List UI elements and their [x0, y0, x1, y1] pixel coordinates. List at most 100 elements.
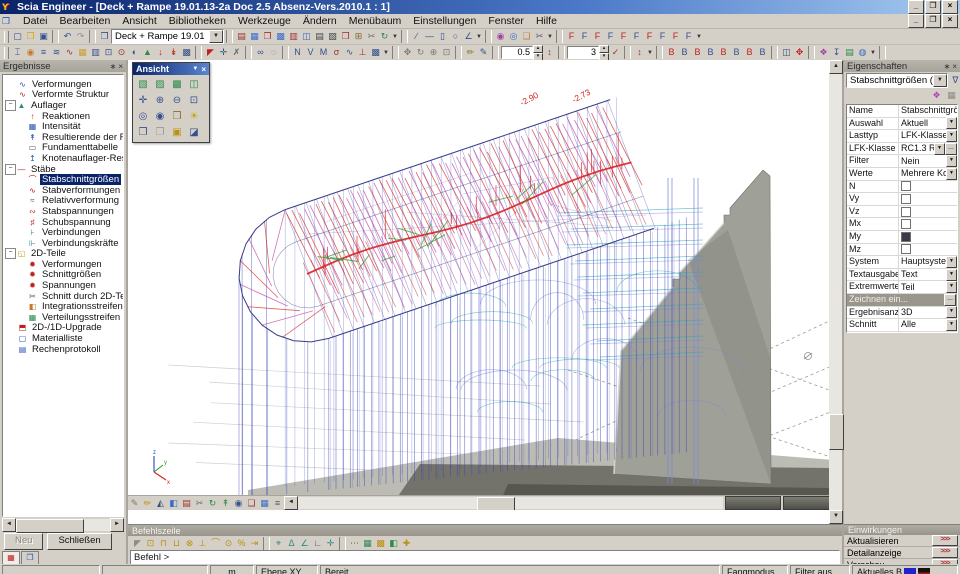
clip-icon[interactable]: ✂ [533, 30, 546, 43]
section-b6-icon[interactable]: B [730, 46, 743, 59]
section-b8-icon[interactable]: B [756, 46, 769, 59]
tree-item-schnittgr-en[interactable]: ✹Schnittgrößen [3, 270, 123, 281]
vp-vscroll-thumb[interactable] [829, 414, 844, 450]
minimize-button[interactable]: _ [908, 0, 924, 14]
member-icon[interactable]: ⌶ [11, 46, 24, 59]
extents-icon[interactable]: ⊡ [440, 46, 453, 59]
chevron-down-icon[interactable]: ▼ [933, 74, 947, 87]
print-view-icon[interactable]: ❒ [169, 109, 185, 124]
result-stress-icon[interactable]: σ [330, 46, 343, 59]
loadcase-f1-icon[interactable]: F [565, 30, 578, 43]
tree-item-rechenprotokoll[interactable]: ▤Rechenprotokoll [3, 344, 123, 355]
layers-icon[interactable]: ❏ [520, 30, 533, 43]
chevron-down-icon[interactable]: ▼ [869, 50, 877, 56]
loadcase-f10-icon[interactable]: F [682, 30, 695, 43]
new-button[interactable]: Neu [4, 533, 43, 550]
project-combo[interactable]: Deck + Rampe 19.01▼ [111, 29, 224, 44]
tree-item-verformungen[interactable]: ∿Verformungen [3, 79, 123, 90]
document-view-icon[interactable]: ▥ [287, 30, 300, 43]
property-value[interactable] [899, 231, 957, 243]
visibility-icon[interactable]: ◉ [494, 30, 507, 43]
close-panel-icon[interactable]: × [118, 62, 123, 71]
new-document-icon[interactable]: ▢ [11, 30, 24, 43]
tree-item-verformungen[interactable]: ✹Verformungen [3, 259, 123, 270]
tree-item-schnitt-durch-2d-teil[interactable]: ✂Schnitt durch 2D-Teil [3, 291, 123, 302]
menu-item-men-baum[interactable]: Menübaum [343, 15, 408, 27]
plane-grid-icon[interactable]: ◧ [387, 537, 400, 550]
result-deform-icon[interactable]: ∿ [343, 46, 356, 59]
section-b1-icon[interactable]: B [665, 46, 678, 59]
chevron-down-icon[interactable]: ▼ [946, 319, 957, 331]
command-panel-title[interactable]: Befehlszeile [128, 525, 842, 536]
menu-item-einstellungen[interactable]: Einstellungen [407, 15, 482, 27]
structure-tree-icon[interactable]: ↟ [219, 497, 232, 510]
coord-rel-icon[interactable]: Δ [285, 537, 298, 550]
vp-scroll-left-icon[interactable]: ◄ [284, 496, 298, 510]
property-value[interactable]: Text▼ [899, 269, 957, 281]
snap-end-icon[interactable]: ⊓ [157, 537, 170, 550]
module-tab-icon[interactable]: ▦ [2, 551, 20, 564]
command-input[interactable] [130, 550, 840, 565]
result-scale-spinner-value[interactable]: 0.5 [501, 46, 533, 59]
dot-grid-icon[interactable]: ⋯ [348, 537, 361, 550]
action-execute-button[interactable]: >>> [932, 547, 958, 558]
status-unit[interactable]: m [210, 565, 254, 574]
loadcase-f6-icon[interactable]: F [630, 30, 643, 43]
ellipsis-button[interactable]: ... [944, 294, 956, 306]
deselect-icon[interactable]: ✗ [230, 46, 243, 59]
close-service-button[interactable]: Schließen [47, 533, 111, 550]
menu-item-werkzeuge[interactable]: Werkzeuge [232, 15, 297, 27]
menu-item-fenster[interactable]: Fenster [482, 15, 530, 27]
loadcase-f4-icon[interactable]: F [604, 30, 617, 43]
tree-item-verbindungen[interactable]: ⊦Verbindungen [3, 227, 123, 238]
raster-icon[interactable]: ▩ [374, 537, 387, 550]
tree-item-2d-teile[interactable]: −◱2D-Teile [3, 249, 123, 260]
menu-item-bibliotheken[interactable]: Bibliotheken [163, 15, 232, 27]
section-b7-icon[interactable]: B [743, 46, 756, 59]
load-icon[interactable]: ↓ [154, 46, 167, 59]
rotate-view-icon[interactable]: ↻ [414, 46, 427, 59]
tree-item-integrationsstreifen[interactable]: ◧Integrationsstreifen [3, 301, 123, 312]
render-image-icon[interactable]: ▤ [235, 30, 248, 43]
filter-values-icon[interactable]: ∇ [949, 74, 960, 87]
tracking-icon[interactable]: ✚ [400, 537, 413, 550]
view-axo-icon[interactable]: ◫ [186, 77, 202, 92]
spinner-arrows-icon[interactable]: ▲▼ [533, 45, 543, 61]
mdi-restore-button[interactable]: ❐ [925, 14, 941, 28]
close-panel-icon[interactable]: × [952, 62, 957, 71]
window-tab-icon[interactable]: ❐ [21, 551, 39, 564]
snap-center-icon[interactable]: ⊙ [222, 537, 235, 550]
property-value[interactable] [899, 218, 957, 230]
section-pin-icon[interactable]: ◫ [780, 46, 793, 59]
viewport-vscrollbar[interactable]: ▲ ▼ [829, 60, 842, 524]
section-b5-icon[interactable]: B [717, 46, 730, 59]
chevron-down-icon[interactable]: ▼ [946, 117, 957, 129]
export-folder-icon[interactable]: ❒ [339, 30, 352, 43]
tree-item-relativverformung[interactable]: ≈Relativverformung [3, 196, 123, 207]
rib-icon[interactable]: ≋ [50, 46, 63, 59]
zoom-window-icon[interactable]: ⊡ [186, 93, 202, 108]
camera-icon[interactable]: ◉ [232, 497, 245, 510]
paste-view-icon[interactable]: ❐ [152, 125, 168, 140]
text-scale-spinner-value[interactable]: 3 [567, 46, 599, 59]
section-b3-icon[interactable]: B [691, 46, 704, 59]
select-filter-icon[interactable]: ✛ [217, 46, 230, 59]
pin-icon[interactable]: ∗ [944, 62, 951, 71]
tree-item-fundamenttabelle[interactable]: ▭Fundamenttabelle [3, 143, 123, 154]
rectangle-icon[interactable]: ▯ [436, 30, 449, 43]
tree-item-reaktionen[interactable]: ↑Reaktionen [3, 111, 123, 122]
expand-collapse-icon[interactable]: − [5, 100, 16, 111]
result-scale-spinner[interactable]: 0.5▲▼ [501, 46, 543, 59]
regenerate-icon[interactable]: ↻ [378, 30, 391, 43]
chevron-down-icon[interactable]: ▼ [934, 143, 945, 155]
property-value[interactable]: Mehrere Kompon▼ [899, 168, 957, 180]
property-value[interactable] [899, 206, 957, 218]
loadcase-f9-icon[interactable]: F [669, 30, 682, 43]
text-scale-spinner[interactable]: 3▲▼ [567, 46, 609, 59]
tree-item-resultierende-der-reaktione[interactable]: ↟Resultierende der Reaktione [3, 132, 123, 143]
snap-length-icon[interactable]: ⇥ [248, 537, 261, 550]
checkbox-vz[interactable] [901, 207, 911, 217]
property-value[interactable]: LFK-Klasse▼ [899, 130, 957, 142]
status-plane[interactable]: Ebene XY [256, 565, 318, 574]
opening-icon[interactable]: ⊡ [102, 46, 115, 59]
